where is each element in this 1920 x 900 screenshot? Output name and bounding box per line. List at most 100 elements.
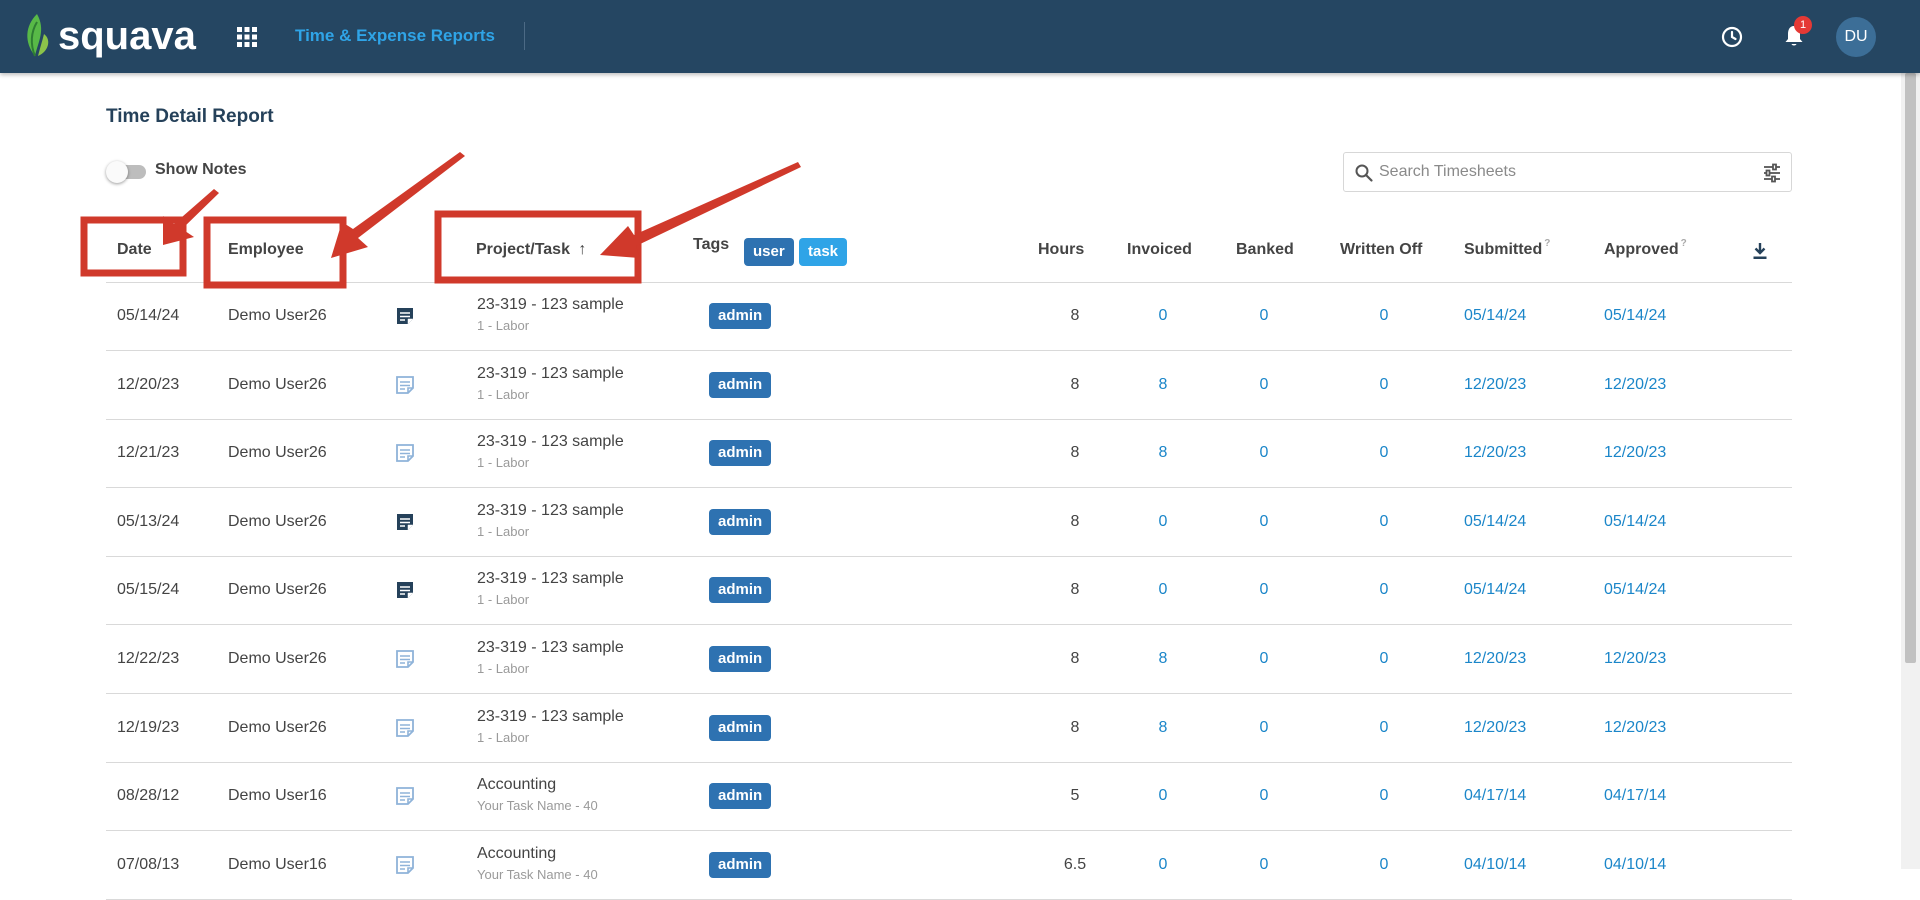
tag-admin[interactable]: admin bbox=[709, 714, 772, 741]
column-header-date[interactable]: Date bbox=[117, 241, 152, 259]
cell-written-off-link[interactable]: 0 bbox=[1369, 307, 1399, 325]
search-timesheets-input[interactable] bbox=[1379, 161, 1739, 183]
download-icon[interactable] bbox=[1751, 242, 1769, 260]
cell-submitted-link[interactable]: 12/20/23 bbox=[1464, 444, 1526, 462]
cell-submitted-link[interactable]: 04/10/14 bbox=[1464, 856, 1526, 874]
cell-invoiced-link[interactable]: 0 bbox=[1148, 307, 1178, 325]
submitted-help-icon[interactable]: ? bbox=[1544, 238, 1550, 249]
user-avatar[interactable]: DU bbox=[1836, 17, 1876, 57]
cell-approved-link[interactable]: 04/10/14 bbox=[1604, 856, 1666, 874]
note-outline-icon[interactable] bbox=[394, 648, 416, 670]
tag-admin[interactable]: admin bbox=[709, 303, 772, 329]
cell-written-off-link[interactable]: 0 bbox=[1369, 650, 1399, 668]
column-header-employee[interactable]: Employee bbox=[228, 241, 304, 259]
column-header-written-off[interactable]: Written Off bbox=[1340, 241, 1422, 259]
tag-admin[interactable]: admin bbox=[709, 783, 772, 810]
cell-submitted-link[interactable]: 12/20/23 bbox=[1464, 650, 1526, 668]
note-outline-icon[interactable] bbox=[394, 785, 416, 807]
note-outline-icon[interactable] bbox=[394, 442, 416, 464]
tag-admin[interactable]: admin bbox=[709, 371, 772, 398]
clock-icon[interactable] bbox=[1720, 25, 1744, 49]
cell-submitted-link[interactable]: 04/17/14 bbox=[1464, 787, 1526, 805]
cell-submitted-link[interactable]: 12/20/23 bbox=[1464, 719, 1526, 737]
cell-approved-link[interactable]: 04/17/14 bbox=[1604, 787, 1666, 805]
cell-banked-link[interactable]: 0 bbox=[1249, 513, 1279, 531]
cell-banked-link[interactable]: 0 bbox=[1249, 719, 1279, 737]
column-header-submitted[interactable]: Submitted? bbox=[1464, 238, 1550, 259]
tag-admin[interactable]: admin bbox=[709, 440, 772, 467]
cell-employee: Demo User26 bbox=[228, 650, 327, 667]
cell-date: 12/19/23 bbox=[117, 718, 180, 736]
cell-invoiced-link[interactable]: 8 bbox=[1148, 719, 1178, 737]
table-row[interactable]: 05/13/24 Demo User26 23-319 - 123 sample 1 … bbox=[106, 489, 1792, 557]
note-outline-icon[interactable] bbox=[394, 374, 416, 396]
cell-approved-link[interactable]: 05/14/24 bbox=[1604, 513, 1666, 531]
cell-approved-link[interactable]: 12/20/23 bbox=[1604, 719, 1666, 737]
apps-grid-icon[interactable] bbox=[236, 26, 258, 48]
cell-banked-link[interactable]: 0 bbox=[1249, 856, 1279, 874]
cell-banked-link[interactable]: 0 bbox=[1249, 376, 1279, 394]
note-filled-icon[interactable] bbox=[394, 579, 416, 601]
tag-admin[interactable]: admin bbox=[709, 851, 772, 878]
project-task-label: Project/Task bbox=[476, 241, 570, 258]
cell-written-off-link[interactable]: 0 bbox=[1369, 787, 1399, 805]
cell-banked-link[interactable]: 0 bbox=[1249, 581, 1279, 599]
cell-submitted-link[interactable]: 12/20/23 bbox=[1464, 376, 1526, 394]
column-header-approved[interactable]: Approved? bbox=[1604, 238, 1687, 259]
column-header-hours[interactable]: Hours bbox=[1038, 241, 1084, 259]
cell-approved-link[interactable]: 12/20/23 bbox=[1604, 376, 1666, 394]
cell-invoiced-link[interactable]: 8 bbox=[1148, 650, 1178, 668]
cell-invoiced-link[interactable]: 0 bbox=[1148, 856, 1178, 874]
cell-invoiced-link[interactable]: 0 bbox=[1148, 581, 1178, 599]
tag-admin[interactable]: admin bbox=[709, 577, 772, 604]
cell-invoiced-link[interactable]: 8 bbox=[1148, 376, 1178, 394]
cell-invoiced-link[interactable]: 8 bbox=[1148, 444, 1178, 462]
cell-written-off-link[interactable]: 0 bbox=[1369, 719, 1399, 737]
tag-filter-user[interactable]: user bbox=[744, 238, 794, 266]
cell-approved-link[interactable]: 12/20/23 bbox=[1604, 444, 1666, 462]
note-filled-icon[interactable] bbox=[394, 511, 416, 533]
squava-logo[interactable]: squava bbox=[22, 12, 196, 60]
table-row[interactable]: 08/28/12 Demo User16 Accounting Your Task N… bbox=[106, 763, 1792, 832]
cell-approved-link[interactable]: 05/14/24 bbox=[1604, 581, 1666, 599]
cell-banked-link[interactable]: 0 bbox=[1249, 787, 1279, 805]
show-notes-toggle[interactable] bbox=[106, 161, 146, 183]
table-row[interactable]: 12/20/23 Demo User26 23-319 - 123 sample 1 … bbox=[106, 352, 1792, 420]
cell-written-off-link[interactable]: 0 bbox=[1369, 376, 1399, 394]
tag-admin[interactable]: admin bbox=[709, 646, 772, 672]
approved-help-icon[interactable]: ? bbox=[1681, 238, 1687, 249]
cell-banked-link[interactable]: 0 bbox=[1249, 307, 1279, 325]
cell-invoiced-link[interactable]: 0 bbox=[1148, 787, 1178, 805]
cell-hours: 8 bbox=[1070, 512, 1080, 530]
table-row[interactable]: 12/21/23 Demo User26 23-319 - 123 sample 1 … bbox=[106, 420, 1792, 489]
table-row[interactable]: 12/22/23 Demo User26 23-319 - 123 sample 1 … bbox=[106, 626, 1792, 694]
cell-approved-link[interactable]: 12/20/23 bbox=[1604, 650, 1666, 668]
cell-written-off-link[interactable]: 0 bbox=[1369, 513, 1399, 531]
show-notes-label: Show Notes bbox=[155, 161, 247, 178]
note-filled-icon[interactable] bbox=[394, 305, 416, 327]
table-row[interactable]: 12/19/23 Demo User26 23-319 - 123 sample 1 … bbox=[106, 695, 1792, 763]
column-header-banked[interactable]: Banked bbox=[1236, 241, 1294, 259]
tag-filter-task[interactable]: task bbox=[799, 238, 848, 266]
tag-admin[interactable]: admin bbox=[709, 508, 772, 535]
cell-banked-link[interactable]: 0 bbox=[1249, 650, 1279, 668]
cell-written-off-link[interactable]: 0 bbox=[1369, 856, 1399, 874]
cell-written-off-link[interactable]: 0 bbox=[1369, 444, 1399, 462]
table-row[interactable]: 05/15/24 Demo User26 23-319 - 123 sample 1 … bbox=[106, 557, 1792, 626]
cell-submitted-link[interactable]: 05/14/24 bbox=[1464, 581, 1526, 599]
cell-written-off-link[interactable]: 0 bbox=[1369, 581, 1399, 599]
note-outline-icon[interactable] bbox=[394, 717, 416, 739]
table-row[interactable]: 05/14/24 Demo User26 23-319 - 123 sample 1 … bbox=[106, 283, 1792, 351]
column-header-project-task[interactable]: Project/Task ↑ bbox=[476, 241, 586, 259]
cell-banked-link[interactable]: 0 bbox=[1249, 444, 1279, 462]
cell-invoiced-link[interactable]: 0 bbox=[1148, 513, 1178, 531]
cell-submitted-link[interactable]: 05/14/24 bbox=[1464, 307, 1526, 325]
column-header-invoiced[interactable]: Invoiced bbox=[1127, 241, 1192, 259]
cell-submitted-link[interactable]: 05/14/24 bbox=[1464, 513, 1526, 531]
app-title-link[interactable]: Time & Expense Reports bbox=[295, 26, 495, 46]
cell-approved-link[interactable]: 05/14/24 bbox=[1604, 307, 1666, 325]
table-row[interactable]: 07/08/13 Demo User16 Accounting Your Task N… bbox=[106, 832, 1792, 900]
scrollbar-thumb[interactable] bbox=[1905, 73, 1916, 663]
note-outline-icon[interactable] bbox=[394, 854, 416, 876]
filter-settings-icon[interactable] bbox=[1762, 163, 1782, 183]
